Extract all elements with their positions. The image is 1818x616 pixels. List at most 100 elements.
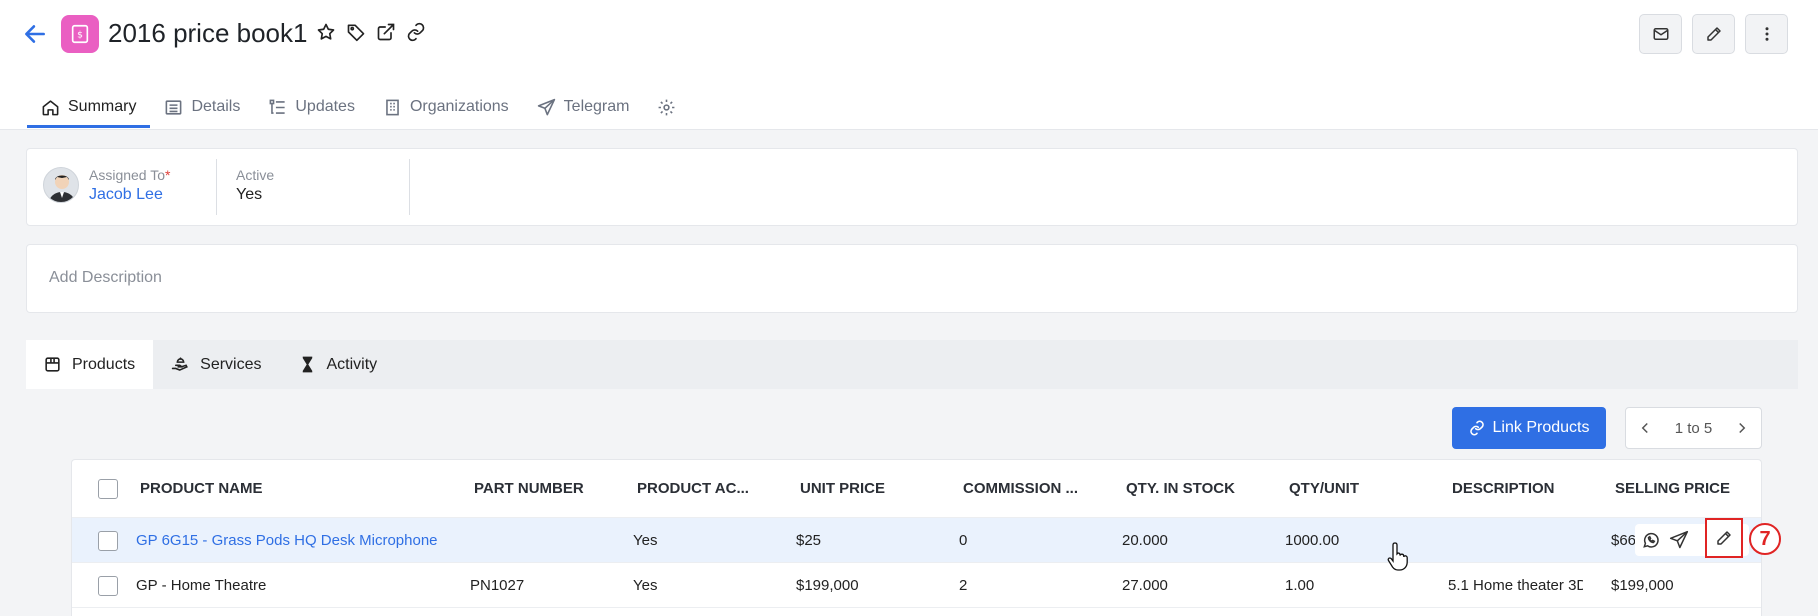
- tab-services[interactable]: Services: [153, 340, 279, 389]
- svg-text:$: $: [77, 30, 83, 41]
- table-cell: 2: [959, 576, 968, 594]
- link-products-button[interactable]: Link Products: [1452, 407, 1606, 449]
- required-mark: *: [165, 167, 171, 183]
- send-icon[interactable]: [1669, 530, 1689, 550]
- table-row[interactable]: GP 6G15 - Grass Pods HQ Desk Microphone …: [72, 518, 1761, 563]
- list-icon: [166, 99, 182, 115]
- table-cell: $199,000: [1611, 576, 1674, 594]
- tab-summary[interactable]: Summary: [27, 84, 151, 130]
- products-table: PRODUCT NAME PART NUMBER PRODUCT AC... U…: [71, 459, 1762, 616]
- column-header[interactable]: SELLING PRICE: [1615, 460, 1755, 517]
- chevron-right-icon[interactable]: [1733, 419, 1751, 437]
- hand-cursor-icon: [1387, 542, 1408, 571]
- pager-range: 1 to 5: [1674, 419, 1713, 437]
- column-header[interactable]: COMMISSION ...: [963, 460, 1083, 517]
- pricebook-dollar-icon: $: [61, 15, 99, 53]
- annotation-badge: 7: [1749, 523, 1781, 555]
- product-name-link[interactable]: GP 6G15 - Grass Pods HQ Desk Microphone: [136, 518, 456, 562]
- tag-icon[interactable]: [346, 22, 366, 42]
- assigned-to-value[interactable]: Jacob Lee: [89, 186, 170, 204]
- building-icon: [386, 99, 399, 115]
- tab-updates[interactable]: Updates: [254, 84, 369, 130]
- description-placeholder: Add Description: [49, 269, 162, 286]
- tab-label: Updates: [295, 98, 355, 115]
- tab-products[interactable]: Products: [26, 340, 154, 389]
- field-divider: [409, 159, 410, 215]
- box-icon: [45, 357, 60, 372]
- table-cell: 5.1 Home theater 3D: [1448, 576, 1583, 594]
- star-icon[interactable]: [316, 22, 336, 42]
- table-cell: PN1027: [470, 576, 525, 594]
- table-cell: 20.000: [1122, 531, 1168, 549]
- pagination: 1 to 5: [1625, 407, 1762, 449]
- link-products-label: Link Products: [1492, 419, 1590, 436]
- table-row[interactable]: GP - Home Theatre PN1027 Yes $199,000 2 …: [72, 563, 1761, 608]
- send-icon: [537, 98, 555, 115]
- column-header[interactable]: QTY/UNIT: [1289, 460, 1419, 517]
- table-cell: 0: [959, 531, 968, 549]
- tab-label: Services: [200, 355, 262, 373]
- record-tabs: Summary Details Updates Organizations Te…: [27, 84, 690, 130]
- table-cell: [1448, 518, 1583, 562]
- more-options-button[interactable]: [1745, 14, 1788, 54]
- tab-organizations[interactable]: Organizations: [369, 84, 523, 130]
- row-checkbox[interactable]: [98, 531, 118, 551]
- column-header[interactable]: UNIT PRICE: [800, 460, 930, 517]
- table-cell: [470, 518, 620, 562]
- tab-details[interactable]: Details: [150, 84, 254, 130]
- chevron-left-icon[interactable]: [1636, 419, 1654, 437]
- tab-label: Summary: [68, 98, 137, 115]
- column-header[interactable]: PART NUMBER: [474, 460, 624, 517]
- field-divider: [216, 159, 217, 215]
- active-label: Active: [236, 167, 275, 183]
- title-actions: [316, 22, 426, 42]
- table-header-row: PRODUCT NAME PART NUMBER PRODUCT AC... U…: [72, 460, 1761, 518]
- whatsapp-icon[interactable]: [1641, 530, 1661, 550]
- tab-activity[interactable]: Activity: [280, 340, 396, 389]
- column-header[interactable]: PRODUCT NAME: [140, 460, 460, 517]
- pencil-icon: [1717, 531, 1731, 545]
- tab-label: Products: [72, 355, 136, 373]
- tab-label: Activity: [326, 355, 378, 373]
- home-icon: [42, 99, 59, 115]
- tab-label: Details: [191, 98, 241, 115]
- link-icon: [1469, 420, 1484, 436]
- tab-telegram[interactable]: Telegram: [523, 84, 644, 130]
- active-field[interactable]: Active Yes: [236, 167, 274, 204]
- email-button[interactable]: [1639, 14, 1682, 54]
- kebab-menu-icon: [1765, 27, 1768, 41]
- avatar: [43, 167, 79, 203]
- edit-record-button[interactable]: [1692, 14, 1735, 54]
- open-external-icon[interactable]: [376, 22, 396, 42]
- back-arrow-icon[interactable]: [22, 21, 48, 47]
- product-name-link[interactable]: GP - Home Theatre: [136, 563, 456, 607]
- pencil-icon: [1706, 27, 1721, 41]
- description-field[interactable]: Add Description: [26, 244, 1798, 313]
- tab-settings[interactable]: [643, 84, 690, 130]
- table-cell: Yes: [633, 576, 658, 594]
- active-value: Yes: [236, 186, 263, 203]
- table-cell: Yes: [633, 531, 658, 549]
- tab-label: Telegram: [563, 98, 630, 115]
- select-all-checkbox[interactable]: [98, 479, 118, 499]
- mail-icon: [1653, 28, 1668, 40]
- related-tabs: Products Services Activity: [26, 340, 1798, 389]
- assigned-to-label: Assigned To: [89, 167, 166, 183]
- table-cell: $199,000: [796, 576, 859, 594]
- summary-fields-card: Assigned To* Jacob Lee Active Yes: [26, 148, 1798, 226]
- page-title: 2016 price book1: [108, 18, 308, 48]
- column-header[interactable]: DESCRIPTION: [1452, 460, 1582, 517]
- tab-label: Organizations: [409, 98, 509, 115]
- row-edit-button[interactable]: [1705, 518, 1743, 558]
- assigned-to-field: Assigned To* Jacob Lee: [43, 167, 170, 204]
- gear-icon: [659, 99, 675, 115]
- header-buttons: [1639, 14, 1788, 54]
- updates-icon: [269, 99, 285, 114]
- link-icon[interactable]: [406, 22, 426, 42]
- column-header[interactable]: QTY. IN STOCK: [1126, 460, 1266, 517]
- hourglass-icon: [302, 356, 312, 373]
- table-cell: 27.000: [1122, 576, 1168, 594]
- table-cell: $25: [796, 531, 822, 549]
- row-checkbox[interactable]: [98, 576, 118, 596]
- column-header[interactable]: PRODUCT AC...: [637, 460, 757, 517]
